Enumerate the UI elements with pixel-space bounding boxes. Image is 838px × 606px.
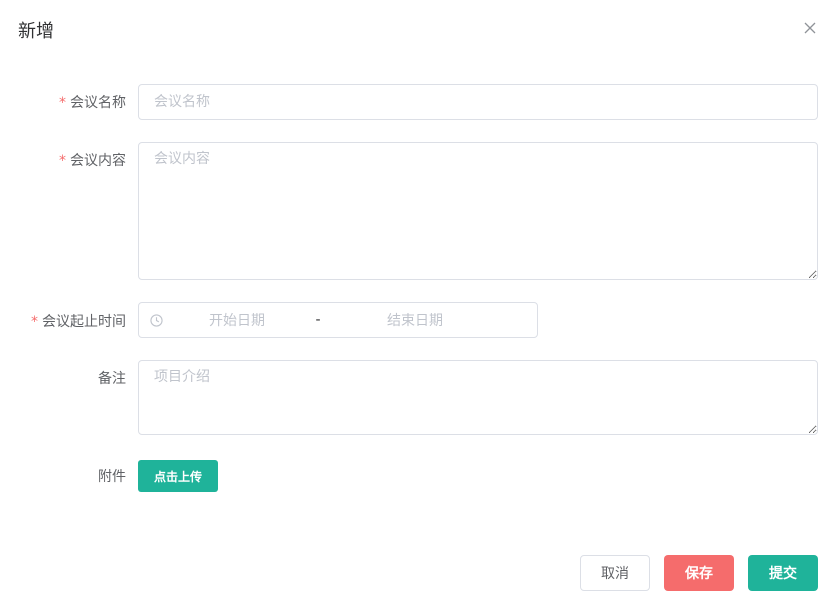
- meeting-time-label: * 会议起止时间: [31, 314, 126, 330]
- attachment-label: 附件: [98, 469, 126, 485]
- add-meeting-dialog: 新增 *会议名称 *会议内容 *会议起止时间 开始日期 - 结束日期 备注 附件: [0, 0, 838, 606]
- clock-icon: [150, 313, 163, 327]
- start-date-input[interactable]: 开始日期: [163, 310, 311, 330]
- save-button[interactable]: 保存: [664, 555, 734, 591]
- range-separator: -: [315, 312, 321, 328]
- meeting-time-range-picker[interactable]: 开始日期 - 结束日期: [138, 302, 538, 338]
- close-icon[interactable]: [802, 20, 818, 36]
- meeting-name-label: * 会议名称: [59, 95, 126, 111]
- remarks-label: 备注: [98, 371, 126, 387]
- meeting-content-textarea[interactable]: [138, 142, 818, 280]
- submit-button[interactable]: 提交: [748, 555, 818, 591]
- required-mark: *: [31, 314, 38, 330]
- meeting-name-input[interactable]: [138, 84, 818, 120]
- dialog-title: 新增: [18, 21, 54, 42]
- end-date-input[interactable]: 结束日期: [325, 310, 505, 330]
- required-mark: *: [59, 153, 66, 169]
- meeting-content-label: * 会议内容: [59, 153, 126, 169]
- cancel-button[interactable]: 取消: [580, 555, 650, 591]
- required-mark: *: [59, 95, 66, 111]
- upload-button[interactable]: 点击上传: [138, 460, 218, 492]
- remarks-textarea[interactable]: [138, 360, 818, 435]
